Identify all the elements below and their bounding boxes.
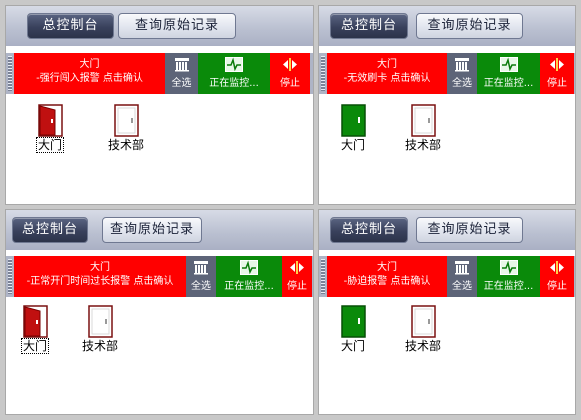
alarm-message: -强行闯入报警 点击确认 xyxy=(36,73,143,84)
toolbar-grip-handle[interactable] xyxy=(321,56,325,91)
select-all-button[interactable]: 全选 xyxy=(165,53,198,94)
door-icon xyxy=(11,305,59,338)
monitor-panel: 总控制台 查询原始记录 大门 -强行闯入报警 点击确认 全选 正在监控... 停… xyxy=(5,5,314,205)
toolbar-grip-handle[interactable] xyxy=(8,56,12,91)
alarm-door-name: 大门 xyxy=(377,59,397,70)
door-item[interactable]: 技术部 xyxy=(399,104,447,152)
toolbar-grip-handle[interactable] xyxy=(321,259,325,294)
alarm-confirm-button[interactable]: 大门 -无效刷卡 点击确认 xyxy=(327,53,447,94)
alarm-message: -胁迫报警 点击确认 xyxy=(343,276,431,287)
door-icon xyxy=(102,104,150,137)
top-bar: 总控制台 查询原始记录 xyxy=(6,210,313,250)
stop-icon xyxy=(282,260,312,275)
monitoring-button[interactable]: 正在监控... xyxy=(477,53,540,94)
console-button[interactable]: 总控制台 xyxy=(330,13,408,39)
alarm-confirm-button[interactable]: 大门 -胁迫报警 点击确认 xyxy=(327,256,447,297)
door-item[interactable]: 技术部 xyxy=(399,305,447,353)
door-label: 大门 xyxy=(340,339,365,353)
stop-button[interactable]: 停止 xyxy=(540,256,574,297)
door-item[interactable]: 技术部 xyxy=(102,104,150,152)
alarm-door-name: 大门 xyxy=(90,262,110,273)
alarm-toolbar: 大门 -胁迫报警 点击确认 全选 正在监控... 停止 xyxy=(319,256,575,297)
alarm-message: -正常开门时间过长报警 点击确认 xyxy=(26,276,174,287)
door-label: 技术部 xyxy=(404,339,441,353)
select-all-icon xyxy=(447,260,477,275)
alarm-door-name: 大门 xyxy=(377,262,397,273)
alarm-confirm-button[interactable]: 大门 -正常开门时间过长报警 点击确认 xyxy=(14,256,186,297)
select-all-label: 全选 xyxy=(171,78,192,89)
monitor-waveform-icon xyxy=(216,260,282,275)
console-button[interactable]: 总控制台 xyxy=(27,13,114,39)
select-all-button[interactable]: 全选 xyxy=(186,256,216,297)
query-records-button[interactable]: 查询原始记录 xyxy=(118,13,236,39)
stop-label: 停止 xyxy=(547,281,567,292)
query-records-button[interactable]: 查询原始记录 xyxy=(416,217,523,243)
select-all-label: 全选 xyxy=(452,78,472,89)
toolbar-grip-handle[interactable] xyxy=(8,259,12,294)
monitoring-label: 正在监控... xyxy=(483,281,534,292)
stop-label: 停止 xyxy=(280,78,300,89)
stop-button[interactable]: 停止 xyxy=(270,53,310,94)
door-icon xyxy=(399,104,447,137)
monitor-waveform-icon xyxy=(477,57,540,72)
door-label: 大门 xyxy=(35,137,65,153)
door-label: 大门 xyxy=(340,138,365,152)
monitoring-button[interactable]: 正在监控... xyxy=(477,256,540,297)
alarm-door-name: 大门 xyxy=(79,59,100,70)
console-button[interactable]: 总控制台 xyxy=(12,217,88,243)
stop-button[interactable]: 停止 xyxy=(282,256,312,297)
top-bar: 总控制台 查询原始记录 xyxy=(6,6,313,46)
top-bar: 总控制台 查询原始记录 xyxy=(319,6,575,46)
door-icon xyxy=(329,104,377,137)
door-item[interactable]: 大门 xyxy=(26,104,74,153)
door-item[interactable]: 技术部 xyxy=(76,305,124,353)
door-label: 技术部 xyxy=(81,339,118,353)
door-icon xyxy=(76,305,124,338)
door-label: 大门 xyxy=(20,338,50,354)
monitoring-button[interactable]: 正在监控... xyxy=(198,53,270,94)
alarm-toolbar: 大门 -无效刷卡 点击确认 全选 正在监控... 停止 xyxy=(319,53,575,94)
stop-label: 停止 xyxy=(287,281,307,292)
query-records-button[interactable]: 查询原始记录 xyxy=(102,217,202,243)
door-item[interactable]: 大门 xyxy=(11,305,59,354)
alarm-toolbar: 大门 -强行闯入报警 点击确认 全选 正在监控... 停止 xyxy=(6,53,313,94)
stop-label: 停止 xyxy=(547,78,567,89)
stop-button[interactable]: 停止 xyxy=(540,53,574,94)
select-all-label: 全选 xyxy=(452,281,472,292)
door-icon xyxy=(329,305,377,338)
monitor-panel: 总控制台 查询原始记录 大门 -正常开门时间过长报警 点击确认 全选 正在监控.… xyxy=(5,209,314,415)
alarm-message: -无效刷卡 点击确认 xyxy=(343,73,431,84)
monitor-panel: 总控制台 查询原始记录 大门 -胁迫报警 点击确认 全选 正在监控... 停止 xyxy=(318,209,576,415)
stop-icon xyxy=(270,57,310,72)
monitoring-label: 正在监控... xyxy=(483,78,534,89)
stop-icon xyxy=(540,260,574,275)
select-all-icon xyxy=(165,57,198,72)
query-records-button[interactable]: 查询原始记录 xyxy=(416,13,523,39)
door-icon xyxy=(26,104,74,137)
stop-icon xyxy=(540,57,574,72)
select-all-icon xyxy=(447,57,477,72)
monitoring-button[interactable]: 正在监控... xyxy=(216,256,282,297)
select-all-button[interactable]: 全选 xyxy=(447,53,477,94)
monitor-waveform-icon xyxy=(198,57,270,72)
door-item[interactable]: 大门 xyxy=(329,305,377,353)
top-bar: 总控制台 查询原始记录 xyxy=(319,210,575,250)
alarm-confirm-button[interactable]: 大门 -强行闯入报警 点击确认 xyxy=(14,53,165,94)
door-icon xyxy=(399,305,447,338)
door-label: 技术部 xyxy=(404,138,441,152)
monitor-panel: 总控制台 查询原始记录 大门 -无效刷卡 点击确认 全选 正在监控... 停止 xyxy=(318,5,576,205)
select-all-label: 全选 xyxy=(191,281,211,292)
monitoring-label: 正在监控... xyxy=(209,78,259,89)
select-all-button[interactable]: 全选 xyxy=(447,256,477,297)
door-label: 技术部 xyxy=(107,138,144,152)
monitor-waveform-icon xyxy=(477,260,540,275)
door-item[interactable]: 大门 xyxy=(329,104,377,152)
select-all-icon xyxy=(186,260,216,275)
console-button[interactable]: 总控制台 xyxy=(330,217,408,243)
monitoring-label: 正在监控... xyxy=(224,281,274,292)
alarm-toolbar: 大门 -正常开门时间过长报警 点击确认 全选 正在监控... 停止 xyxy=(6,256,313,297)
